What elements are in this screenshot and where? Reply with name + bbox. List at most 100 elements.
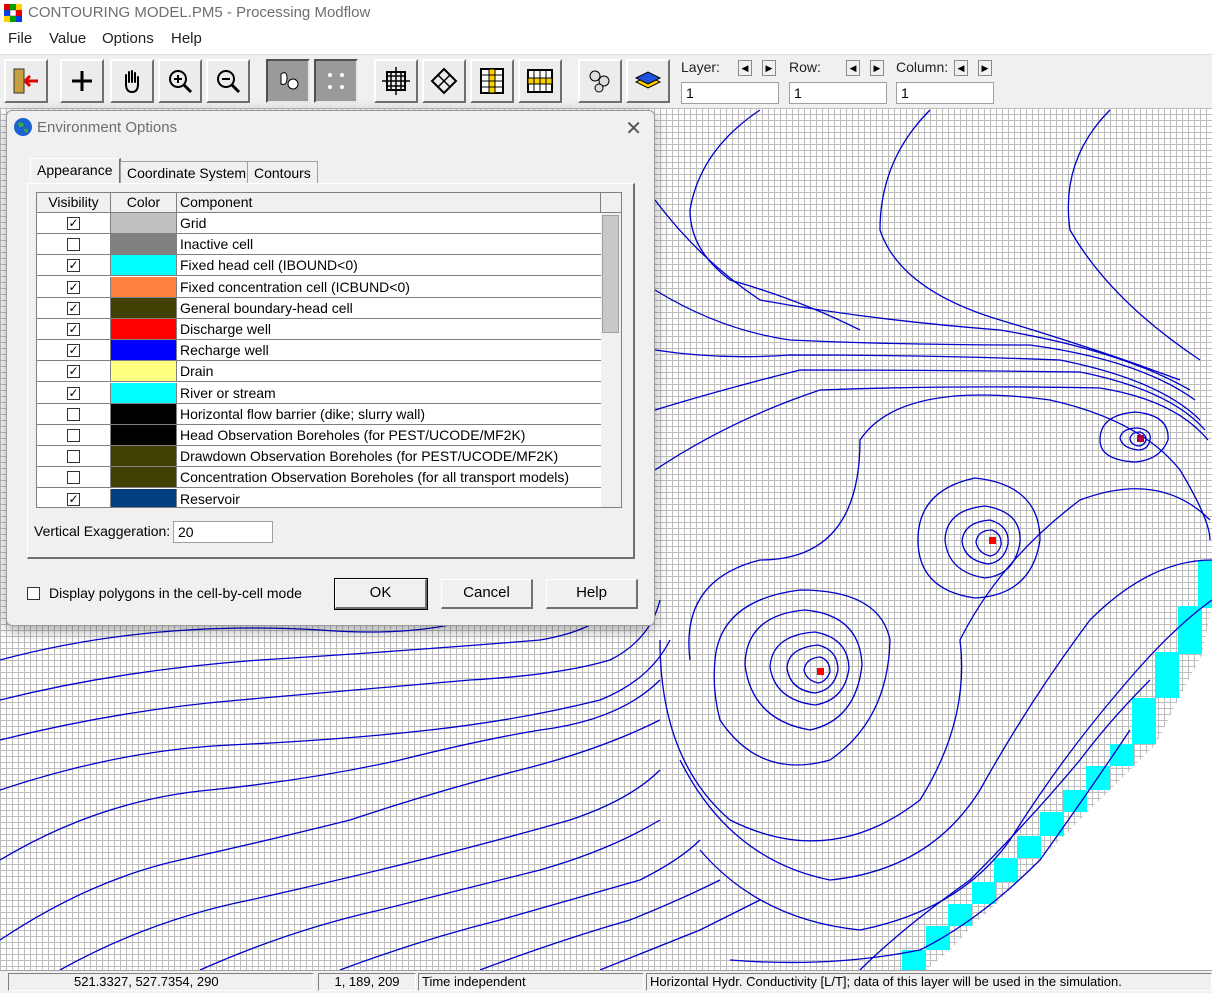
visibility-checkbox[interactable]: ✓ — [67, 323, 80, 336]
zoom-in-button[interactable] — [158, 59, 202, 103]
table-row[interactable]: ✓ Drain — [37, 361, 601, 383]
tab-appearance[interactable]: Appearance — [30, 158, 121, 184]
tab-contours[interactable]: Contours — [247, 161, 318, 183]
table-row[interactable]: Inactive cell — [37, 234, 601, 256]
visibility-cell: ✓ — [37, 361, 111, 383]
column-label: Column: — [896, 59, 949, 75]
table-row[interactable]: ✓ River or stream — [37, 382, 601, 404]
color-swatch[interactable] — [111, 382, 177, 404]
color-swatch[interactable] — [111, 213, 177, 234]
visibility-checkbox[interactable] — [67, 450, 80, 464]
add-button[interactable] — [60, 59, 104, 103]
visibility-cell: ✓ — [37, 319, 111, 340]
column-button[interactable] — [470, 59, 514, 103]
column-prev-button[interactable]: ◀ — [954, 60, 968, 76]
column-input[interactable]: 1 — [896, 82, 994, 104]
row-input[interactable]: 1 — [789, 82, 887, 104]
help-button[interactable]: Help — [546, 579, 638, 609]
table-row[interactable]: ✓ General boundary-head cell — [37, 297, 601, 319]
menu-value[interactable]: Value — [49, 30, 86, 47]
visibility-cell — [37, 425, 111, 446]
menu-file[interactable]: File — [8, 30, 32, 47]
column-next-button[interactable]: ▶ — [978, 60, 992, 76]
component-label: Recharge well — [177, 340, 601, 362]
visibility-checkbox[interactable]: ✓ — [67, 301, 80, 315]
color-swatch[interactable] — [111, 319, 177, 340]
tab-coordinate-system[interactable]: Coordinate System — [120, 161, 254, 183]
menu-bar: File Value Options Help — [0, 28, 1212, 52]
row-prev-button[interactable]: ◀ — [846, 60, 860, 76]
component-label: Inactive cell — [177, 234, 601, 256]
visibility-checkbox[interactable]: ✓ — [67, 386, 80, 400]
row-button[interactable] — [518, 59, 562, 103]
ok-button[interactable]: OK — [334, 578, 428, 610]
visibility-checkbox[interactable] — [67, 238, 80, 252]
visibility-checkbox[interactable]: ✓ — [67, 344, 80, 358]
layer-color-button[interactable] — [626, 59, 670, 103]
color-swatch[interactable] — [111, 446, 177, 468]
component-label: Reservoir — [177, 489, 601, 507]
move-grid-button[interactable] — [374, 59, 418, 103]
visibility-checkbox[interactable]: ✓ — [67, 259, 80, 273]
layer-next-button[interactable]: ▶ — [762, 60, 776, 76]
color-swatch[interactable] — [111, 403, 177, 425]
color-swatch[interactable] — [111, 361, 177, 383]
table-row[interactable]: ✓ Reservoir — [37, 488, 601, 507]
table-scrollbar[interactable] — [601, 213, 621, 507]
color-swatch[interactable] — [111, 255, 177, 277]
header-color: Color — [111, 193, 177, 213]
close-icon[interactable]: ✕ — [625, 116, 642, 141]
scrollbar-thumb[interactable] — [602, 215, 619, 333]
view-dots-button[interactable] — [314, 59, 358, 103]
table-row[interactable]: ✓ Recharge well — [37, 340, 601, 362]
color-swatch[interactable] — [111, 297, 177, 319]
app-icon — [4, 4, 22, 22]
row-label: Row: — [789, 59, 821, 75]
table-row[interactable]: Head Observation Boreholes (for PEST/UCO… — [37, 425, 601, 446]
status-cell: 1, 189, 209 — [318, 973, 416, 991]
table-row[interactable]: ✓ Fixed concentration cell (ICBUND<0) — [37, 276, 601, 298]
color-swatch[interactable] — [111, 276, 177, 298]
menu-help[interactable]: Help — [171, 30, 202, 47]
color-swatch[interactable] — [111, 340, 177, 362]
menu-options[interactable]: Options — [102, 30, 154, 47]
color-swatch[interactable] — [111, 488, 177, 507]
appearance-panel: Visibility Color Component ✓ Grid Inactive… — [27, 183, 635, 559]
cancel-button[interactable]: Cancel — [441, 579, 533, 609]
table-row[interactable]: Concentration Observation Boreholes (for… — [37, 467, 601, 489]
visibility-checkbox[interactable] — [67, 429, 80, 442]
zoom-out-icon — [217, 70, 241, 94]
row-next-button[interactable]: ▶ — [870, 60, 884, 76]
table-row[interactable]: ✓ Fixed head cell (IBOUND<0) — [37, 255, 601, 277]
toolbar: Layer: ◀ ▶ 1 Row: ◀ ▶ 1 Column: ◀ ▶ 1 — [0, 54, 1212, 109]
zoom-out-button[interactable] — [206, 59, 250, 103]
pan-button[interactable] — [110, 59, 154, 103]
table-row[interactable]: ✓ Grid — [37, 213, 601, 234]
run-button[interactable] — [578, 59, 622, 103]
color-swatch[interactable] — [111, 425, 177, 446]
header-component: Component — [177, 193, 601, 213]
component-label: Fixed concentration cell (ICBUND<0) — [177, 277, 601, 298]
visibility-checkbox[interactable]: ✓ — [67, 217, 80, 230]
header-visibility: Visibility — [37, 193, 111, 213]
visibility-checkbox[interactable] — [67, 407, 80, 421]
visibility-checkbox[interactable]: ✓ — [67, 280, 80, 294]
visibility-checkbox[interactable] — [67, 471, 80, 485]
vertical-exaggeration-label: Vertical Exaggeration: — [34, 523, 171, 539]
table-row[interactable]: Horizontal flow barrier (dike; slurry wa… — [37, 403, 601, 425]
table-row[interactable]: ✓ Discharge well — [37, 319, 601, 340]
rotate-grid-button[interactable] — [422, 59, 466, 103]
color-swatch[interactable] — [111, 234, 177, 256]
layer-prev-button[interactable]: ◀ — [738, 60, 752, 76]
window-title: CONTOURING MODEL.PM5 - Processing Modflo… — [28, 4, 371, 21]
table-row[interactable]: Drawdown Observation Boreholes (for PEST… — [37, 446, 601, 468]
visibility-cell: ✓ — [37, 340, 111, 362]
color-swatch[interactable] — [111, 467, 177, 489]
view-cells-button[interactable] — [266, 59, 310, 103]
exit-button[interactable] — [4, 59, 48, 103]
visibility-checkbox[interactable]: ✓ — [67, 492, 80, 506]
display-polygons-checkbox[interactable] — [27, 587, 40, 600]
vertical-exaggeration-input[interactable]: 20 — [173, 521, 273, 543]
layer-input[interactable]: 1 — [681, 82, 779, 104]
visibility-checkbox[interactable]: ✓ — [67, 365, 80, 379]
